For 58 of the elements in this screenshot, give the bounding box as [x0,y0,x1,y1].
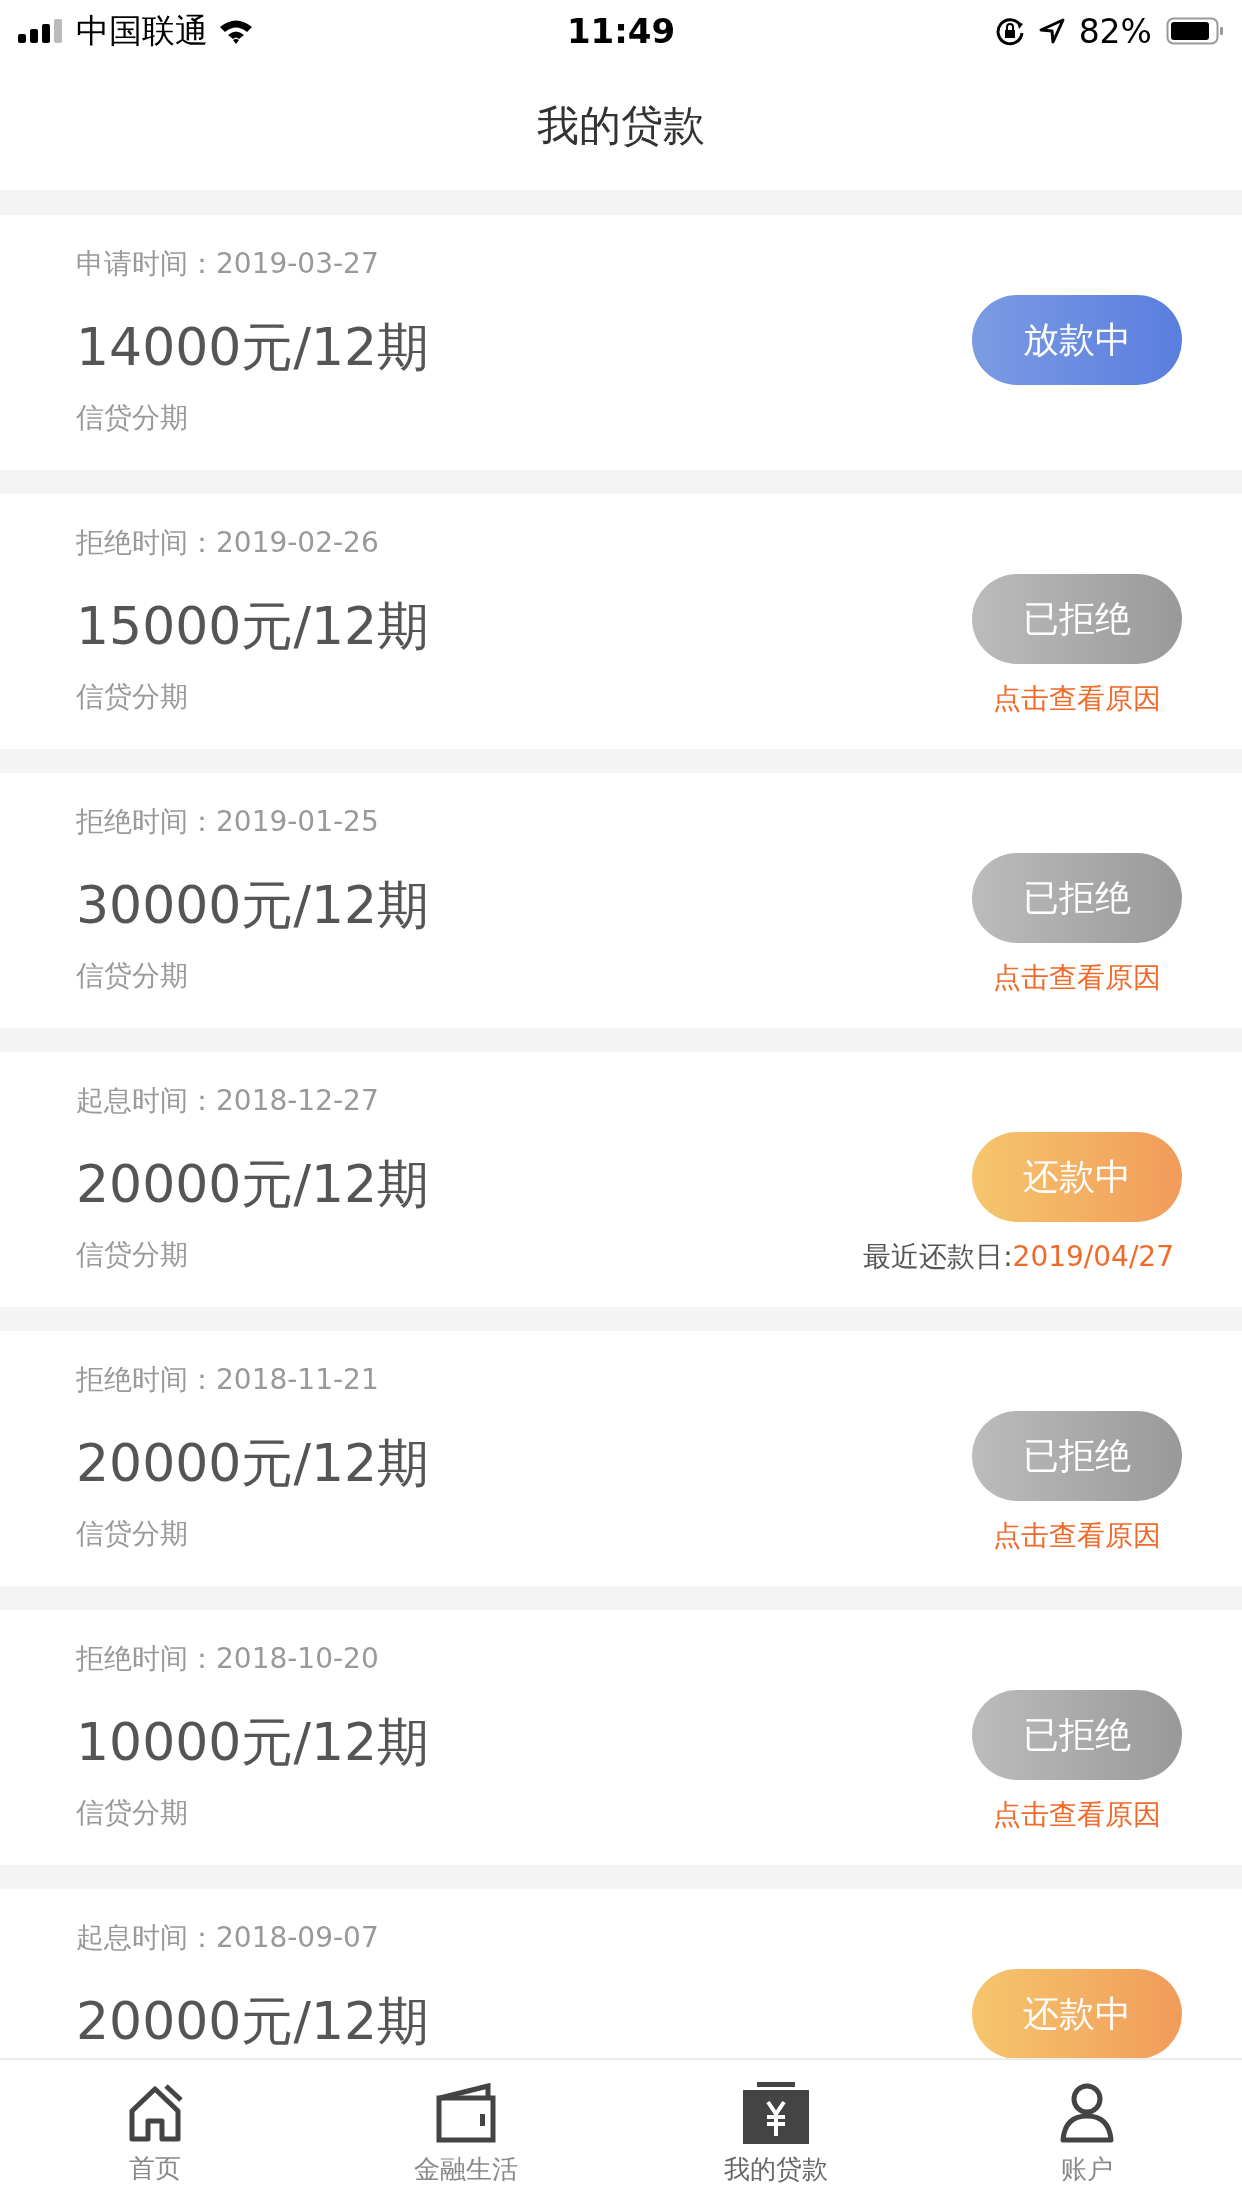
date-label: 拒绝时间： [76,805,216,838]
status-button[interactable]: 已拒绝 [972,1411,1182,1501]
status-button[interactable]: 已拒绝 [972,853,1182,943]
loan-amount: 10000元/12期 [76,1711,430,1774]
location-arrow-icon [1038,18,1065,44]
battery-icon [1166,17,1224,45]
product-type: 信贷分期 [76,1237,189,1273]
loan-amount: 14000元/12期 [76,316,430,379]
reason-link[interactable]: 点击查看原因 [993,1517,1161,1555]
date-label: 申请时间： [76,247,216,280]
date-value: 2018-11-21 [216,1363,379,1396]
page-title: 我的贷款 [537,100,705,152]
status-button[interactable]: 还款中 [972,1969,1182,2058]
date-label: 拒绝时间： [76,526,216,559]
date-label: 拒绝时间： [76,1642,216,1675]
wifi-icon [218,18,254,44]
date-label: 拒绝时间： [76,1363,216,1396]
date-value: 2019-02-26 [216,526,379,559]
status-button[interactable]: 放款中 [972,295,1182,385]
tab-item[interactable]: 账户 [986,2081,1187,2187]
tab-label: 金融生活 [413,2152,518,2186]
yen-box-icon [743,2081,810,2144]
product-type: 信贷分期 [76,679,189,715]
product-type: 信贷分期 [76,958,189,994]
reason-link[interactable]: 点击查看原因 [993,680,1161,718]
tab-label: 账户 [1060,2152,1113,2186]
battery-percent: 82% [1078,11,1152,51]
tab-item[interactable]: 首页 [55,2082,256,2186]
product-type: 信贷分期 [76,400,189,436]
date-label: 起息时间： [76,1084,216,1117]
tab-item[interactable]: 我的贷款 [676,2081,877,2187]
product-type: 信贷分期 [76,1516,189,1552]
carrier-name: 中国联通 [76,9,208,52]
due-label: 最近还款日: [863,1240,1013,1273]
date-value: 2018-12-27 [216,1084,379,1117]
date-value: 2018-10-20 [216,1642,379,1675]
date-value: 2019-01-25 [216,805,379,838]
date-label: 起息时间： [76,1921,216,1954]
product-type: 信贷分期 [76,1795,189,1831]
reason-link[interactable]: 点击查看原因 [993,1796,1161,1834]
due-date: 2019/04/27 [1012,1240,1174,1273]
date-value: 2019-03-27 [216,247,379,280]
reason-link[interactable]: 点击查看原因 [993,959,1161,997]
loan-amount: 15000元/12期 [76,595,430,658]
loan-amount: 20000元/12期 [76,1153,430,1216]
loan-amount: 20000元/12期 [76,1990,430,2053]
status-button[interactable]: 已拒绝 [972,1690,1182,1780]
status-button[interactable]: 已拒绝 [972,574,1182,664]
person-icon [1059,2081,1114,2144]
rotation-lock-icon [994,16,1025,46]
loan-amount: 30000元/12期 [76,874,430,937]
status-button[interactable]: 还款中 [972,1132,1182,1222]
clock: 11:49 [566,11,676,51]
tab-label: 首页 [129,2151,182,2185]
tab-label: 我的贷款 [724,2152,829,2186]
loan-amount: 20000元/12期 [76,1432,430,1495]
date-value: 2018-09-07 [216,1921,379,1954]
tab-item[interactable]: 金融生活 [365,2081,566,2187]
